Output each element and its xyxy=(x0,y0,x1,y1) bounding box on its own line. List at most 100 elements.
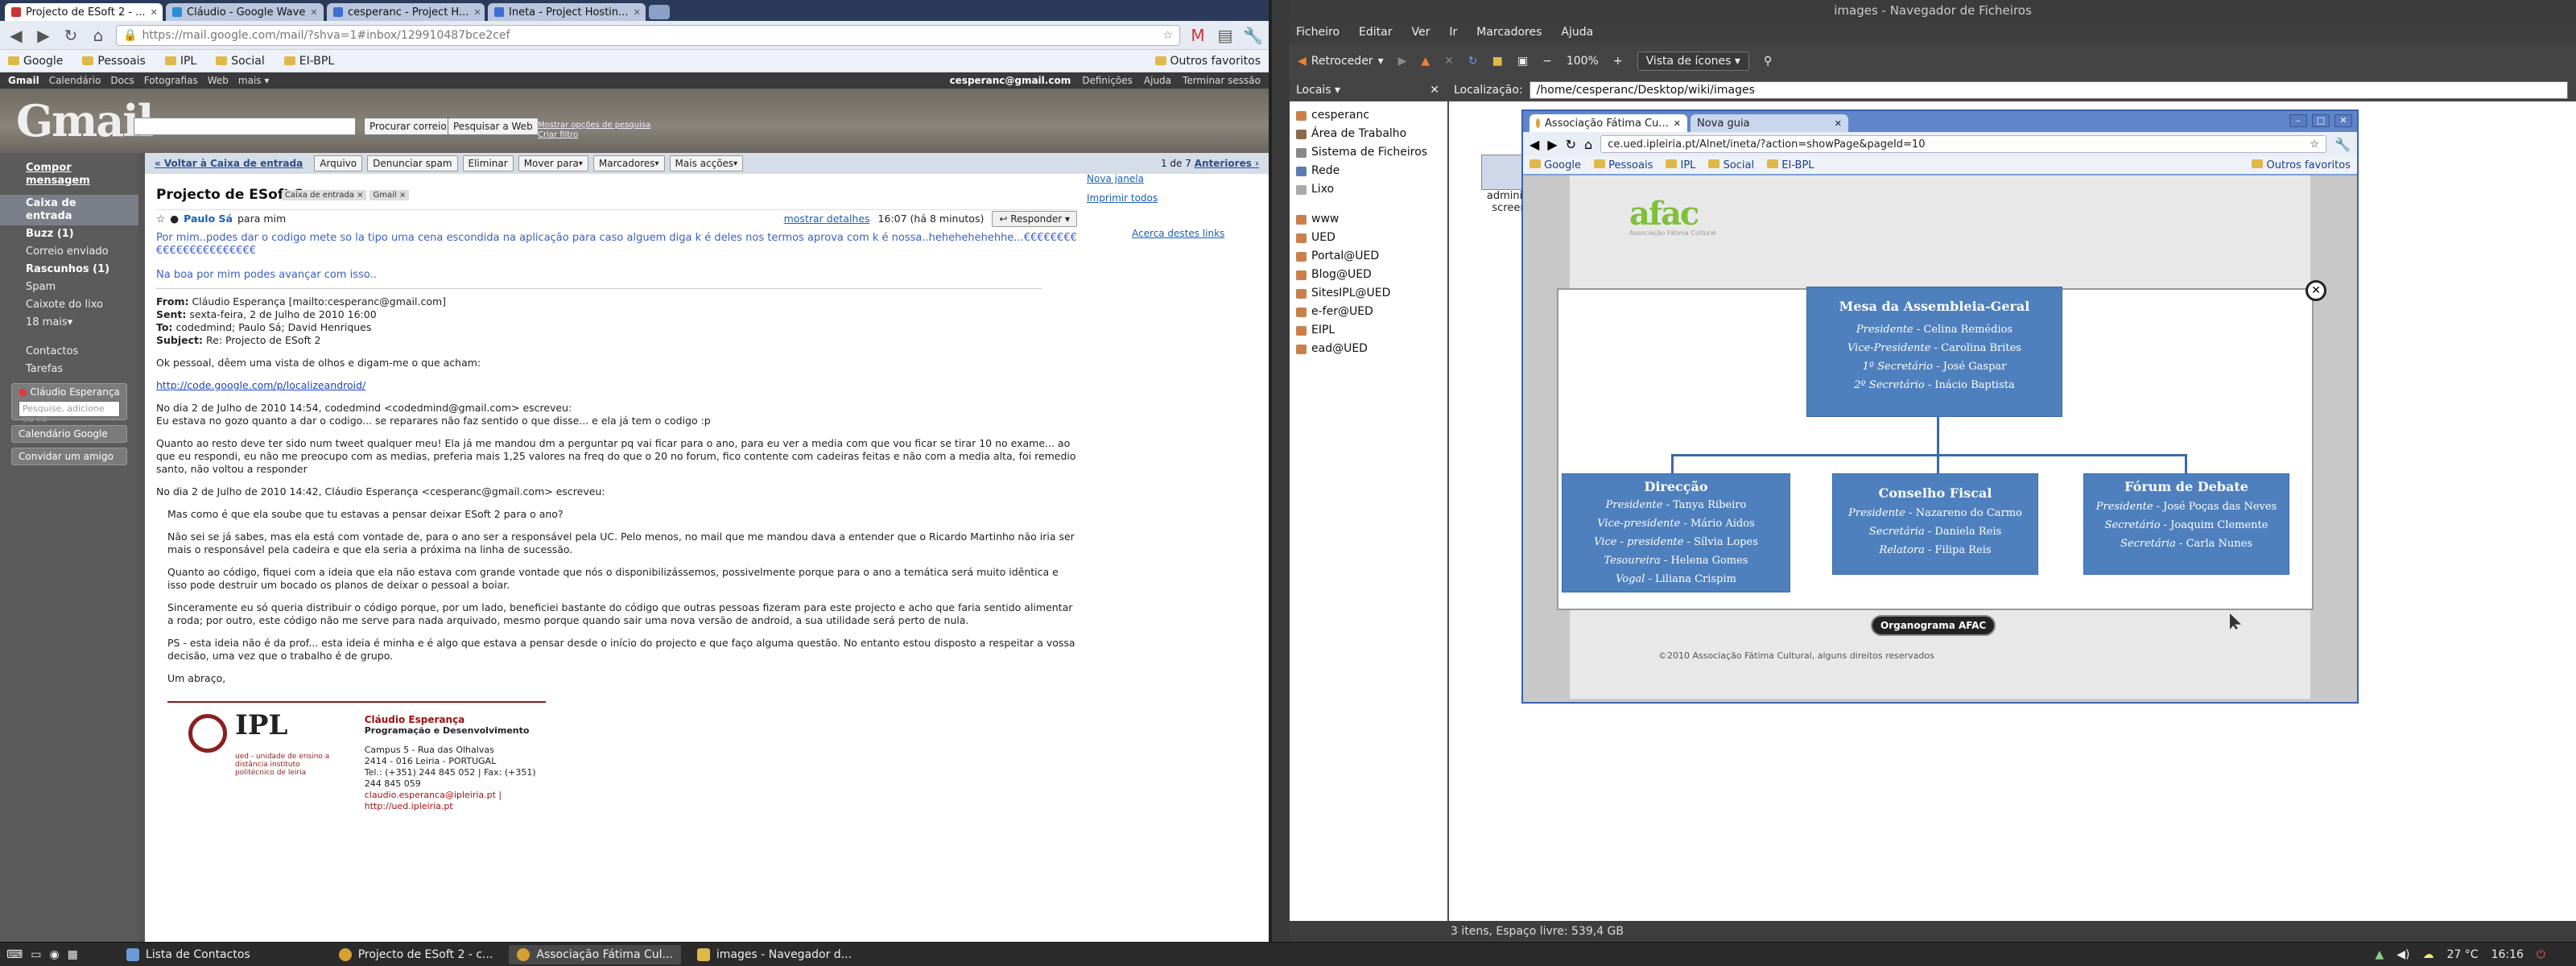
invite-box[interactable]: Convidar um amigo xyxy=(11,448,127,465)
back-icon[interactable]: ◀ xyxy=(1530,137,1539,152)
close-icon[interactable]: ✕ xyxy=(1430,84,1439,97)
star-icon[interactable]: ☆ xyxy=(2310,138,2319,151)
archive-button[interactable]: Arquivo xyxy=(314,155,363,171)
compose-link[interactable]: Compor mensagem xyxy=(0,159,138,190)
sender-name[interactable]: Paulo Sá xyxy=(184,213,233,225)
home-icon[interactable]: ⌂ xyxy=(1584,137,1592,152)
organograma-button[interactable]: Organograma AFAC xyxy=(1871,615,1996,636)
forward-icon[interactable]: ▶ xyxy=(34,26,53,45)
bookmark-pessoais[interactable]: Pessoais xyxy=(82,55,146,68)
taskbar-item-afac[interactable]: Associação Fátima Cul... xyxy=(509,944,681,964)
close-icon[interactable]: ✕ xyxy=(151,7,158,18)
sidebar-item-drafts[interactable]: Rascunhos (1) xyxy=(0,261,138,279)
path-input[interactable]: /home/cesperanc/Desktop/wiki/images xyxy=(1529,81,2568,99)
bookmark-social[interactable]: Social xyxy=(1708,159,1754,171)
sidebar-item-contacts[interactable]: Contactos xyxy=(0,343,138,361)
bookmark-folder[interactable]: SitesIPL@UED xyxy=(1296,284,1441,303)
up-icon[interactable]: ▲ xyxy=(1421,55,1430,68)
menu-icon[interactable]: ⌨ xyxy=(6,948,23,961)
gbar-photos[interactable]: Fotografias xyxy=(144,75,198,86)
bookmark-folder[interactable]: UED xyxy=(1296,229,1441,247)
search-mail-button[interactable]: Procurar correio xyxy=(364,118,452,135)
label-chip[interactable]: Caixa de entrada × xyxy=(282,190,367,200)
calendar-box[interactable]: Calendário Google xyxy=(11,425,127,443)
address-bar[interactable]: 🔒 https://mail.google.com/mail/?shva=1#in… xyxy=(116,24,1180,46)
close-icon[interactable]: ✕ xyxy=(634,7,641,18)
zoom-out-icon[interactable]: − xyxy=(1542,55,1552,68)
signout-link[interactable]: Terminar sessão xyxy=(1183,75,1261,86)
close-icon[interactable]: ✕ xyxy=(473,7,481,18)
terminal-icon[interactable]: ▭ xyxy=(31,948,41,961)
close-icon[interactable]: ✕ xyxy=(310,7,317,18)
bookmark-social[interactable]: Social xyxy=(216,55,265,68)
tab-ineta[interactable]: Ineta - Project Hostin... ✕ xyxy=(488,3,646,21)
help-link[interactable]: Ajuda xyxy=(1144,75,1171,86)
bookmark-pessoais[interactable]: Pessoais xyxy=(1593,159,1653,171)
back-to-inbox-link[interactable]: « Voltar à Caixa de entrada xyxy=(155,158,303,169)
menu-view[interactable]: Ver xyxy=(1411,26,1430,39)
bookmark-folder[interactable]: Portal@UED xyxy=(1296,247,1441,266)
view-mode-select[interactable]: Vista de ícones ▾ xyxy=(1637,52,1749,71)
temperature[interactable]: 27 °C xyxy=(2447,948,2479,961)
taskbar-item-contacts[interactable]: Lista de Contactos xyxy=(118,945,258,964)
bookmark-folder[interactable]: www xyxy=(1296,210,1441,229)
sidebar-item-more[interactable]: 18 mais▾ xyxy=(0,314,138,332)
bookmark-other[interactable]: Outros favoritos xyxy=(1154,55,1261,68)
tab-gmail[interactable]: Projecto de ESoft 2 - ... ✕ xyxy=(5,3,163,21)
menu-bookmarks[interactable]: Marcadores xyxy=(1476,26,1542,39)
menu-help[interactable]: Ajuda xyxy=(1561,26,1593,39)
gbar-web[interactable]: Web xyxy=(208,75,229,86)
bookmark-folder[interactable]: ead@UED xyxy=(1296,340,1441,358)
bookmark-ei-bpl[interactable]: EI-BPL xyxy=(1767,159,1814,171)
bookmark-ipl[interactable]: IPL xyxy=(1666,159,1695,171)
afac-logo[interactable]: afac Associação Fátima Cultural xyxy=(1629,195,1716,237)
gbar-gmail[interactable]: Gmail xyxy=(8,75,39,86)
address-bar[interactable]: ce.ued.ipleiria.pt/Alnet/ineta/?action=s… xyxy=(1600,135,2327,153)
more-actions-dropdown[interactable]: Mais acções xyxy=(669,155,744,171)
clock[interactable]: 16:16 xyxy=(2491,948,2524,961)
labels-dropdown[interactable]: Marcadores xyxy=(592,155,665,171)
place-home[interactable]: cesperanc xyxy=(1296,106,1441,125)
reload-icon[interactable]: ↻ xyxy=(1468,55,1478,68)
sidebar-item-trash[interactable]: Caixote do lixo xyxy=(0,296,138,314)
home-folder-icon[interactable]: ■ xyxy=(1492,55,1503,68)
place-network[interactable]: Rede xyxy=(1296,162,1441,180)
delete-button[interactable]: Eliminar xyxy=(462,155,514,171)
menu-edit[interactable]: Editar xyxy=(1359,26,1392,39)
reload-icon[interactable]: ↻ xyxy=(61,26,80,45)
lightbox-close-icon[interactable]: ✕ xyxy=(2306,280,2326,301)
reply-button[interactable]: ↩ Responder ▾ xyxy=(992,210,1077,227)
chat-user[interactable]: Cláudio Esperança xyxy=(30,386,119,398)
taskbar-item-files[interactable]: images - Navegador d... xyxy=(689,945,860,964)
stop-icon[interactable]: ✕ xyxy=(1444,55,1454,68)
gbar-docs[interactable]: Docs xyxy=(110,75,134,86)
signature-links[interactable]: claudio.esperanca@ipleiria.pt | http://u… xyxy=(365,790,546,812)
bookmark-folder[interactable]: Blog@UED xyxy=(1296,266,1441,284)
label-chip[interactable]: Gmail × xyxy=(369,190,410,200)
bookmark-folder[interactable]: e-fer@UED xyxy=(1296,303,1441,321)
sidebar-item-tasks[interactable]: Tarefas xyxy=(0,361,138,378)
menu-go[interactable]: Ir xyxy=(1449,26,1457,39)
minimize-icon[interactable]: – xyxy=(2289,114,2307,127)
back-icon[interactable]: ◀ xyxy=(6,26,26,45)
star-icon[interactable]: ☆ xyxy=(156,213,165,225)
app-icon[interactable]: ◉ xyxy=(49,948,59,961)
tab-new[interactable]: Nova guia ✕ xyxy=(1690,114,1848,132)
taskbar-item-gmail[interactable]: Projecto de ESoft 2 - c... xyxy=(331,945,502,964)
chat-search-input[interactable]: Pesquise, adicione ou co xyxy=(19,401,120,424)
place-desktop[interactable]: Área de Trabalho xyxy=(1296,125,1441,143)
bookmark-google[interactable]: Google xyxy=(8,55,63,68)
tab-wave[interactable]: Cláudio - Google Wave ✕ xyxy=(166,3,324,21)
gbar-more[interactable]: mais ▾ xyxy=(238,75,269,86)
search-web-button[interactable]: Pesquisar a Web xyxy=(448,118,539,135)
sidebar-item-buzz[interactable]: Buzz (1) xyxy=(0,225,138,243)
gmail-ext-icon[interactable]: M xyxy=(1188,26,1208,45)
tab-afac[interactable]: Associação Fátima Cu... ✕ xyxy=(1530,114,1687,132)
reload-icon[interactable]: ↻ xyxy=(1566,137,1576,152)
older-link[interactable]: Anteriores › xyxy=(1195,158,1259,169)
settings-link[interactable]: Definições xyxy=(1082,75,1133,86)
show-desktop-icon[interactable]: ▦ xyxy=(68,948,78,961)
forward-icon[interactable]: ▶ xyxy=(1547,137,1557,152)
search-icon[interactable]: ⚲ xyxy=(1764,55,1772,68)
tab-project-hosting[interactable]: cesperanc - Project H... ✕ xyxy=(327,3,485,21)
